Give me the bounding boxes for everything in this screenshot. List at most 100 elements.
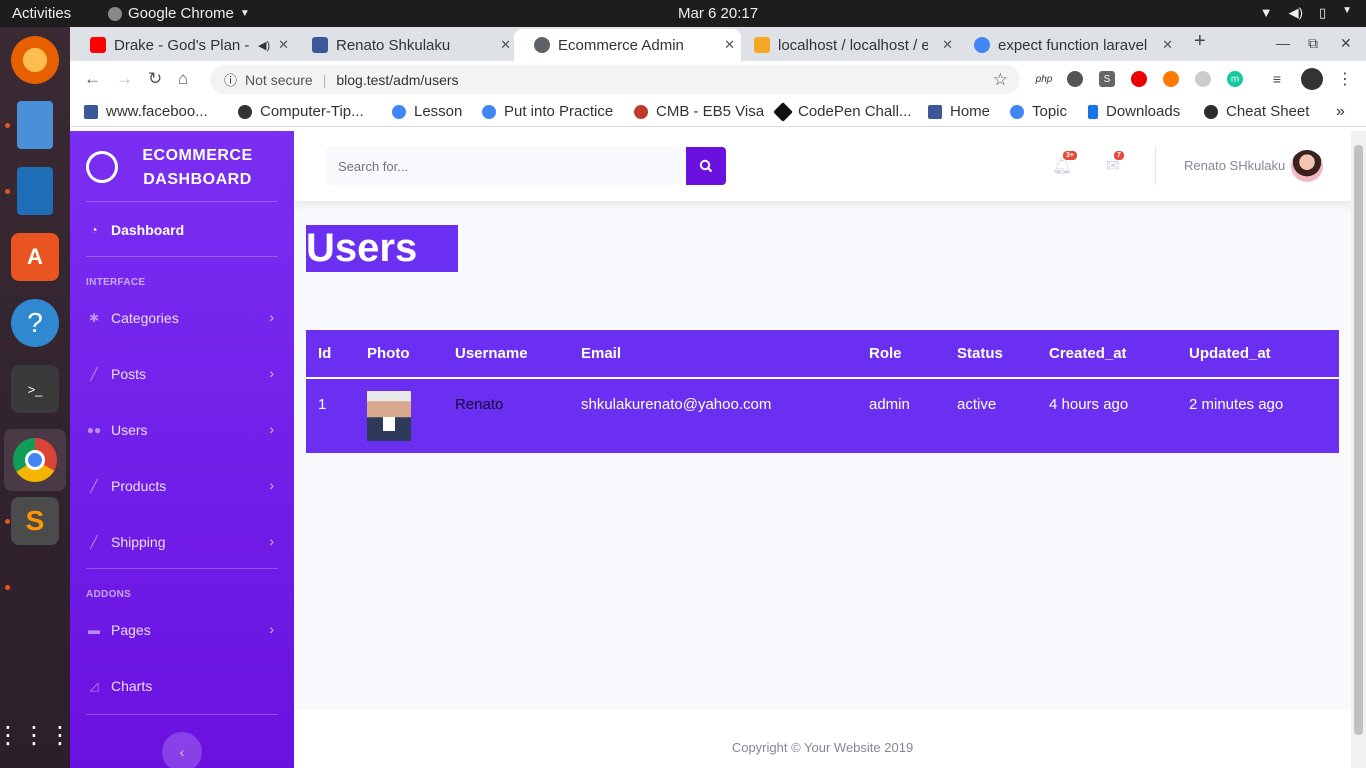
youtube-icon [90, 37, 106, 53]
topbar-divider [1155, 147, 1156, 185]
close-icon[interactable]: ✕ [278, 37, 289, 53]
bookmark-computer-tips[interactable]: Computer-Tip... [238, 103, 364, 120]
orange-extension-icon[interactable] [1163, 71, 1179, 87]
cell-role: admin [869, 396, 910, 413]
sublime-text-icon[interactable]: S [11, 497, 59, 545]
copyright-text: Copyright © Your Website 2019 [731, 740, 914, 755]
s-extension-icon[interactable]: S [1099, 71, 1115, 87]
back-button[interactable]: ← [84, 69, 101, 89]
avatar[interactable] [1291, 150, 1323, 182]
close-window-button[interactable]: ✕ [1340, 35, 1352, 52]
adblock-extension-icon[interactable] [1131, 71, 1147, 87]
content-wrapper: 🔔︎ 3+ ✉ 7 Renato SHkulaku Users Id Photo [294, 131, 1351, 768]
reload-button[interactable]: ↻ [148, 69, 162, 89]
computer-tips-icon [238, 104, 252, 119]
search-input[interactable] [326, 147, 686, 185]
bookmarks-overflow-button[interactable]: » [1336, 103, 1345, 121]
tab-facebook[interactable]: Renato Shkulaku ✕ [292, 29, 517, 61]
new-tab-button[interactable]: + [1194, 30, 1206, 53]
terminal-icon[interactable]: >_ [11, 365, 59, 413]
table-header-row: Id Photo Username Email Role Status Crea… [306, 330, 1339, 379]
sidebar-brand[interactable]: ECOMMERCE DASHBOARD [70, 143, 294, 193]
cell-id: 1 [318, 396, 327, 413]
app-menu[interactable]: Google Chrome ▼ [108, 5, 250, 22]
firefox-icon[interactable] [11, 36, 59, 84]
home-button[interactable]: ⌂ [178, 69, 188, 89]
sidebar-item-users[interactable]: ●● Users › [86, 418, 278, 442]
user-photo[interactable] [367, 391, 411, 441]
table-row[interactable]: 1 Renato shkulakurenato@yahoo.com admin … [306, 378, 1339, 453]
m-extension-icon[interactable]: m [1227, 71, 1243, 87]
google-icon [392, 104, 406, 119]
bookmark-cmb[interactable]: CMB - EB5 Visa [634, 103, 764, 120]
bookmark-label: Cheat Sheet [1226, 103, 1310, 120]
forward-button[interactable]: → [116, 69, 133, 89]
cell-username: Renato [455, 396, 504, 413]
info-icon[interactable]: ⓘ [224, 70, 237, 89]
bookmark-topic[interactable]: Topic [1010, 103, 1067, 120]
user-name[interactable]: Renato SHkulaku [1184, 158, 1285, 173]
bookmark-cheat-sheet[interactable]: Cheat Sheet [1204, 103, 1309, 120]
column-header-email: Email [569, 330, 857, 379]
sidebar-item-products[interactable]: ╱ Products › [86, 474, 278, 498]
bookmark-codepen[interactable]: CodePen Chall... [773, 101, 911, 122]
scrollbar-thumb[interactable] [1354, 145, 1363, 735]
writer-icon[interactable] [17, 167, 53, 215]
bookmark-downloads[interactable]: Downloads [1088, 103, 1180, 120]
tab-ecommerce-admin[interactable]: Ecommerce Admin ✕ [514, 29, 741, 61]
topbar-nav: 🔔︎ 3+ ✉ 7 Renato SHkulaku [294, 131, 1351, 201]
chevron-right-icon: › [269, 421, 274, 437]
bookmark-lesson[interactable]: Lesson [392, 103, 462, 120]
google-icon [482, 104, 496, 119]
wrench-icon: ╱ [90, 479, 98, 493]
sidebar-item-shipping[interactable]: ╱ Shipping › [86, 530, 278, 554]
column-header-id: Id [306, 330, 355, 379]
bookmark-home[interactable]: Home [928, 103, 990, 120]
sidebar-item-pages[interactable]: ▬ Pages › [86, 618, 278, 642]
files-icon[interactable] [17, 101, 53, 149]
tab-title: Ecommerce Admin [558, 36, 684, 54]
tab-google-search[interactable]: expect function laravel ✕ [954, 29, 1179, 61]
close-icon[interactable]: ✕ [942, 37, 953, 53]
php-extension-icon[interactable]: php [1033, 71, 1055, 87]
maximize-button[interactable]: ⧉ [1308, 35, 1318, 52]
close-icon[interactable]: ✕ [1162, 37, 1173, 53]
media-control-icon[interactable]: ≡ [1269, 71, 1285, 87]
sidebar-item-label: Dashboard [111, 222, 185, 238]
sidebar-item-dashboard[interactable]: ◔ Dashboard [86, 218, 278, 242]
sidebar-item-categories[interactable]: ✱ Categories › [86, 306, 278, 330]
alerts-dropdown[interactable]: 🔔︎ 3+ [1052, 151, 1077, 175]
help-icon[interactable]: ? [11, 299, 59, 347]
bookmark-facebook[interactable]: www.faceboo... [84, 103, 208, 120]
messages-dropdown[interactable]: ✉ 7 [1104, 151, 1124, 175]
gear-icon: ✱ [88, 311, 100, 325]
tab-title: expect function laravel [998, 36, 1148, 54]
sidebar: ECOMMERCE DASHBOARD ◔ Dashboard INTERFAC… [70, 131, 294, 768]
star-icon[interactable]: ☆ [993, 70, 1008, 90]
sidebar-toggle-button[interactable]: ‹ [162, 732, 202, 768]
sidebar-item-posts[interactable]: ╱ Posts › [86, 362, 278, 386]
show-applications-icon[interactable]: ⋮⋮⋮ [0, 711, 72, 759]
activities-button[interactable]: Activities [12, 5, 71, 22]
page-scrollbar[interactable] [1351, 131, 1366, 768]
tab-youtube[interactable]: Drake - God's Plan - ◀) ✕ [70, 29, 295, 61]
clock[interactable]: Mar 6 20:17 [678, 5, 758, 22]
close-icon[interactable]: ✕ [500, 37, 511, 53]
system-tray[interactable]: ▼ ◀) ▯ ▼ [1260, 5, 1352, 21]
chrome-menu-icon[interactable]: ⋮ [1337, 71, 1353, 88]
profile-avatar[interactable] [1301, 68, 1323, 90]
bookmark-put-into-practice[interactable]: Put into Practice [482, 103, 613, 120]
bookmark-label: Home [950, 103, 991, 120]
tab-title: Drake - God's Plan - [114, 36, 250, 54]
software-center-icon[interactable]: A [11, 233, 59, 281]
chrome-logo-icon [13, 438, 57, 482]
eyedropper-extension-icon[interactable] [1067, 71, 1083, 87]
minimize-button[interactable]: — [1276, 35, 1290, 51]
gray-extension-icon[interactable] [1195, 71, 1211, 87]
search-button[interactable] [686, 147, 726, 185]
chrome-icon[interactable] [4, 429, 66, 491]
address-bar[interactable]: ⓘ Not secure | blog.test/adm/users ☆ [210, 65, 1020, 94]
caret-down-icon: ▼ [1342, 5, 1352, 16]
tab-phpmyadmin[interactable]: localhost / localhost / e ✕ [734, 29, 959, 61]
sidebar-item-charts[interactable]: ◿ Charts [86, 674, 278, 698]
